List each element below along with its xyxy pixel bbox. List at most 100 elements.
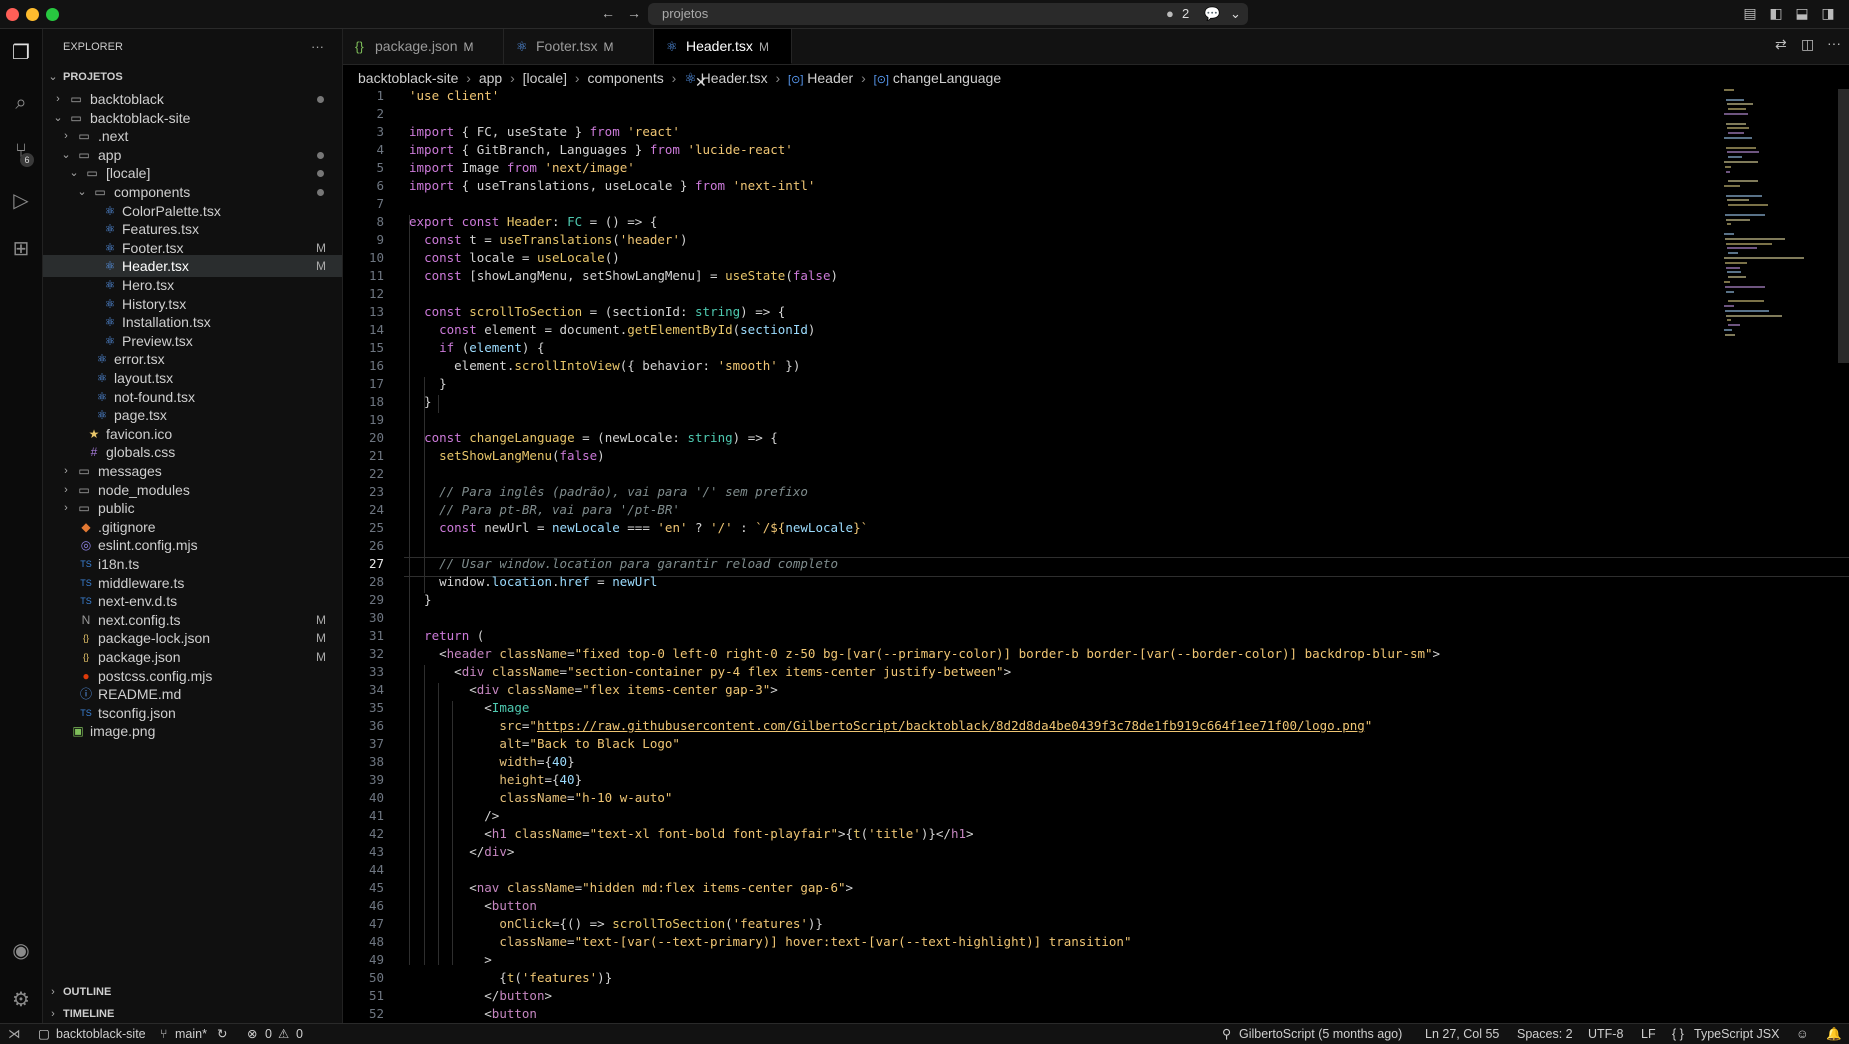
line-number: 4 <box>376 142 384 157</box>
breadcrumb: backtoblack-site › app › [locale] › comp… <box>358 67 1001 89</box>
sync-icon[interactable]: ↻ <box>217 1024 227 1044</box>
code-line: alt="Back to Black Logo" <box>499 736 680 751</box>
line-number: 52 <box>368 1006 384 1021</box>
breadcrumb-item[interactable]: components <box>587 70 663 86</box>
run-debug-icon[interactable]: ▷ <box>7 187 35 215</box>
line-number: 43 <box>368 844 384 859</box>
code-line: const scrollToSection = (sectionId: stri… <box>424 304 786 319</box>
workspace-root-label: PROJETOS <box>63 71 123 83</box>
status-language[interactable]: TypeScript JSX <box>1694 1024 1779 1044</box>
status-git-blame[interactable]: GilbertoScript (5 months ago) <box>1239 1024 1402 1044</box>
line-number: 36 <box>368 718 384 733</box>
line-number: 5 <box>376 160 384 175</box>
react-icon: ⚛ <box>666 39 678 54</box>
command-center-search[interactable]: projetos ● 2 💬 ⌄ <box>648 3 1248 25</box>
line-number: 7 <box>376 196 384 211</box>
remote-indicator-icon[interactable]: ⋊ <box>8 1024 21 1044</box>
line-number: 34 <box>368 682 384 697</box>
toggle-secondary-sidebar-icon[interactable]: ◨ <box>1820 6 1836 20</box>
explorer-icon[interactable]: ❐ <box>7 39 35 67</box>
minimap-line <box>1724 113 1748 115</box>
status-indentation[interactable]: Spaces: 2 <box>1517 1024 1573 1044</box>
compare-changes-icon[interactable]: ⇄ <box>1775 36 1787 53</box>
minimap-line <box>1727 247 1757 250</box>
close-window-button[interactable] <box>6 8 19 21</box>
code-line: height={40} <box>499 772 583 787</box>
line-number: 3 <box>376 124 384 139</box>
line-number: 25 <box>368 520 384 535</box>
line-number: 2 <box>376 106 384 121</box>
minimap-line <box>1727 223 1731 226</box>
back-arrow-icon[interactable]: ← <box>600 6 616 20</box>
timeline-section[interactable]: › TIMELINE <box>43 1003 342 1025</box>
more-actions-icon[interactable]: ··· <box>311 39 324 54</box>
minimap-line <box>1728 276 1746 279</box>
minimap-line <box>1728 252 1738 255</box>
breadcrumb-item[interactable]: app <box>479 70 502 86</box>
minimap[interactable] <box>1718 89 1832 349</box>
minimap-line <box>1724 185 1740 187</box>
status-warnings[interactable]: 0 <box>296 1024 303 1044</box>
breadcrumb-item[interactable]: changeLanguage <box>893 70 1001 86</box>
line-number: 13 <box>368 304 384 319</box>
split-editor-icon[interactable]: ◫ <box>1801 36 1814 53</box>
line-number: 18 <box>368 394 384 409</box>
status-eol[interactable]: LF <box>1641 1024 1656 1044</box>
line-number: 1 <box>376 89 384 103</box>
minimap-line <box>1725 261 1747 264</box>
account-icon[interactable]: ◉ <box>7 937 35 965</box>
tree-item-image-png[interactable]: ▣ image.png <box>43 720 342 742</box>
minimap-line <box>1726 266 1740 269</box>
toggle-panel-icon[interactable]: ⬓ <box>1794 6 1810 20</box>
chevron-down-icon[interactable]: ⌄ <box>1230 3 1241 25</box>
minimap-line <box>1726 314 1782 317</box>
breadcrumb-item[interactable]: Header <box>807 70 853 86</box>
workspace-root[interactable]: ⌄ PROJETOS <box>43 66 342 88</box>
editor-scrollbar[interactable] <box>1838 89 1849 363</box>
tab-header-tsx[interactable]: ⚛ Header.tsx M ✕ <box>654 29 792 90</box>
settings-gear-icon[interactable]: ⚙ <box>7 986 35 1014</box>
chevron-down-icon: ⌄ <box>48 71 58 83</box>
code-line: const element = document.getElementById(… <box>439 322 816 337</box>
tab-package-json[interactable]: {} package.json M <box>343 29 504 64</box>
problems-dot-icon: ● <box>1166 6 1174 21</box>
breadcrumb-item[interactable]: Header.tsx <box>701 70 768 86</box>
line-number: 26 <box>368 538 384 553</box>
minimize-window-button[interactable] <box>26 8 39 21</box>
search-icon[interactable]: ⌕ <box>7 89 35 117</box>
code-line: <nav className="hidden md:flex items-cen… <box>409 880 854 895</box>
code-editor[interactable]: 1'use client' 2 3 import { FC, useState } f… <box>343 89 1849 1023</box>
toggle-primary-sidebar-icon[interactable]: ◧ <box>1768 6 1784 20</box>
minimap-line <box>1724 233 1734 235</box>
copilot-icon[interactable]: ☺ <box>1796 1024 1809 1044</box>
tab-footer-tsx[interactable]: ⚛ Footer.tsx M <box>504 29 654 64</box>
outline-section[interactable]: › OUTLINE <box>43 981 342 1003</box>
minimap-line <box>1727 103 1753 106</box>
line-number: 33 <box>368 664 384 679</box>
status-encoding[interactable]: UTF-8 <box>1588 1024 1623 1044</box>
maximize-window-button[interactable] <box>46 8 59 21</box>
status-errors[interactable]: 0 <box>265 1024 272 1044</box>
editor-more-icon[interactable]: ··· <box>1827 35 1841 51</box>
line-number: 46 <box>368 898 384 913</box>
status-cursor-position[interactable]: Ln 27, Col 55 <box>1425 1024 1499 1044</box>
status-folder-name[interactable]: backtoblack-site <box>56 1024 146 1044</box>
forward-arrow-icon[interactable]: → <box>626 6 642 20</box>
chat-icon[interactable]: 💬 <box>1204 3 1220 25</box>
line-number: 10 <box>368 250 384 265</box>
notifications-bell-icon[interactable]: 🔔 <box>1826 1024 1842 1044</box>
breadcrumb-item[interactable]: [locale] <box>523 70 567 86</box>
customize-layout-icon[interactable]: ▤ <box>1742 6 1758 20</box>
tab-modified-badge: M <box>603 40 614 54</box>
breadcrumb-item[interactable]: backtoblack-site <box>358 70 458 86</box>
code-line: const changeLanguage = (newLocale: strin… <box>424 430 778 445</box>
code-line: window.location.href = newUrl <box>409 574 658 589</box>
minimap-line <box>1728 324 1740 327</box>
chevron-right-icon: › <box>574 70 580 86</box>
status-branch[interactable]: main* <box>175 1024 207 1044</box>
code-line: } <box>409 592 432 607</box>
extensions-icon[interactable]: ⊞ <box>7 235 35 263</box>
code-line: <header className="fixed top-0 left-0 ri… <box>409 646 1441 661</box>
code-line: src="https://raw.githubusercontent.com/G… <box>499 718 1373 733</box>
line-number: 32 <box>368 646 384 661</box>
